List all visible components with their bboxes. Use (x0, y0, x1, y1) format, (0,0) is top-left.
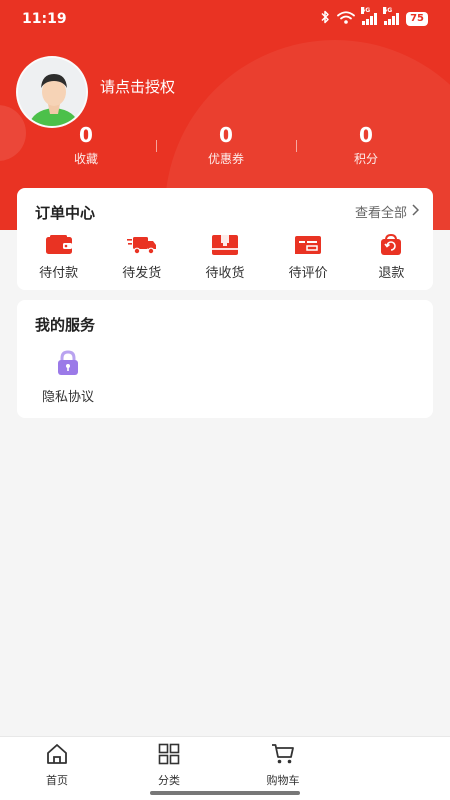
stat-label: 积分 (353, 152, 378, 166)
order-pending-payment[interactable]: 待付款 (17, 234, 100, 281)
signal-icon: 5G (383, 7, 400, 25)
authorize-link[interactable]: 请点击授权 (100, 76, 175, 97)
stat-value: 0 (359, 123, 373, 147)
grid-icon (157, 743, 181, 769)
order-status-label: 待收货 (205, 266, 245, 281)
order-center-title: 订单中心 (35, 204, 96, 222)
order-pending-receipt[interactable]: 待收货 (183, 234, 266, 281)
view-all-label: 查看全部 (354, 206, 407, 221)
order-status-list: 待付款 待发货 待收货 待评价 退款 (17, 234, 433, 281)
wifi-icon (337, 10, 355, 28)
tab-home[interactable]: 首页 (12, 743, 102, 788)
status-time: 11:19 (22, 11, 67, 27)
network-type: 5G (383, 7, 393, 14)
divider (156, 140, 157, 152)
tab-category[interactable]: 分类 (124, 743, 214, 788)
order-status-label: 待评价 (288, 266, 328, 281)
my-services-card: 我的服务 隐私协议 (17, 300, 433, 418)
home-indicator (150, 791, 300, 795)
stat-label: 收藏 (73, 152, 98, 166)
service-privacy-policy[interactable]: 隐私协议 (35, 350, 101, 405)
order-center-card: 订单中心 查看全部 待付款 待发货 待收货 待评价 退款 (17, 188, 433, 290)
tab-label: 首页 (46, 774, 68, 787)
tab-label: 分类 (158, 774, 180, 787)
divider (296, 140, 297, 152)
order-status-label: 待发货 (122, 266, 162, 281)
lock-icon (55, 350, 81, 380)
truck-icon (126, 234, 157, 256)
chevron-right-icon (411, 203, 420, 220)
review-icon (293, 234, 323, 256)
tab-label: 购物车 (266, 774, 300, 787)
order-status-label: 待付款 (39, 266, 79, 281)
network-type: 5G (361, 7, 371, 14)
cart-icon (271, 743, 295, 769)
status-bar: 11:19 5G 5G 75 (0, 0, 450, 38)
refund-bag-icon (376, 234, 406, 256)
battery-icon: 75 (406, 12, 428, 26)
stat-label: 优惠券 (207, 152, 244, 166)
signal-icon: 5G (361, 7, 378, 25)
service-label: 隐私协议 (41, 390, 94, 405)
stat-coupons[interactable]: 0 优惠券 (166, 122, 286, 167)
my-services-title: 我的服务 (35, 316, 96, 334)
stat-favorites[interactable]: 0 收藏 (26, 122, 146, 167)
avatar[interactable] (16, 56, 88, 128)
bluetooth-icon (320, 10, 330, 28)
stat-value: 0 (219, 123, 233, 147)
status-icons: 5G 5G 75 (320, 7, 428, 28)
order-refund[interactable]: 退款 (350, 234, 433, 281)
order-pending-shipment[interactable]: 待发货 (100, 234, 183, 281)
stat-points[interactable]: 0 积分 (306, 122, 426, 167)
wallet-icon (44, 234, 74, 256)
order-pending-review[interactable]: 待评价 (267, 234, 350, 281)
order-status-label: 退款 (378, 266, 405, 281)
tab-cart[interactable]: 购物车 (238, 743, 328, 788)
package-icon (210, 234, 240, 256)
view-all-orders-link[interactable]: 查看全部 (354, 202, 420, 221)
stat-value: 0 (79, 123, 93, 147)
home-icon (45, 743, 69, 769)
stats-row: 0 收藏 0 优惠券 0 积分 (0, 122, 450, 172)
